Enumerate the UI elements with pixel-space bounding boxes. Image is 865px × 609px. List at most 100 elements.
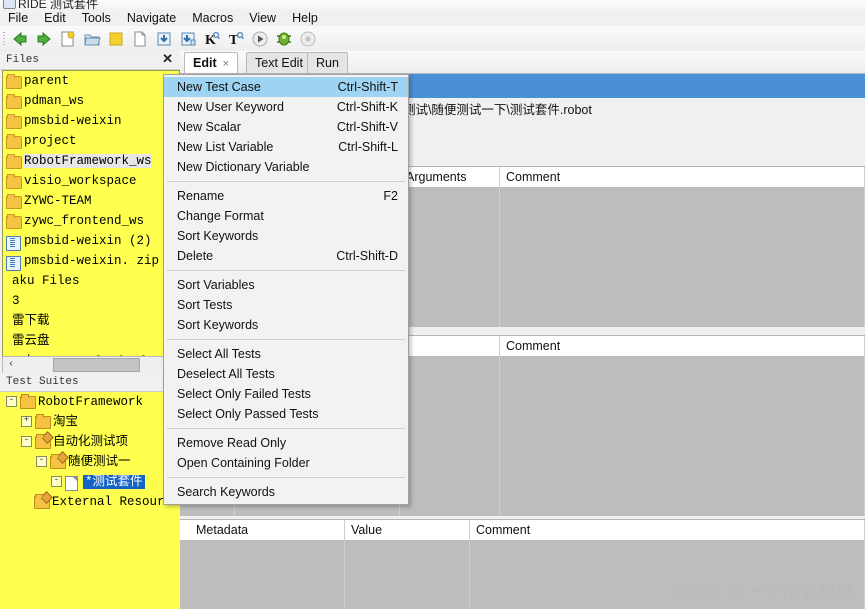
- new-project-icon[interactable]: [57, 28, 79, 50]
- context-menu-item[interactable]: Select Only Failed Tests: [164, 384, 408, 404]
- context-menu-item[interactable]: Sort Keywords: [164, 315, 408, 335]
- file-list-item[interactable]: 雷云盘: [2, 331, 179, 351]
- context-menu-item[interactable]: Open Containing Folder: [164, 453, 408, 473]
- context-menu-item[interactable]: Search Keywords: [164, 482, 408, 502]
- tab-run[interactable]: Run: [307, 52, 348, 73]
- context-menu-item[interactable]: DeleteCtrl-Shift-D: [164, 246, 408, 266]
- file-list-item[interactable]: pmsbid-weixin (2): [3, 231, 179, 251]
- context-menu-item[interactable]: New Test CaseCtrl-Shift-T: [164, 77, 408, 97]
- tab-text-edit[interactable]: Text Edit: [246, 52, 312, 73]
- menu-edit[interactable]: Edit: [36, 10, 74, 26]
- file-list-hscrollbar[interactable]: ‹: [2, 356, 180, 374]
- folder-icon: [6, 136, 20, 148]
- context-menu-item[interactable]: Sort Variables: [164, 275, 408, 295]
- file-list-item[interactable]: 3: [2, 291, 179, 311]
- file-list-item[interactable]: 雷下载: [2, 311, 179, 331]
- grid-cell[interactable]: [500, 356, 865, 516]
- menu-navigate[interactable]: Navigate: [119, 10, 184, 26]
- scrollbar-thumb[interactable]: [53, 358, 140, 372]
- menu-macros[interactable]: Macros: [184, 10, 241, 26]
- tree-toggle-icon[interactable]: -: [6, 396, 17, 407]
- tab-edit-label: Edit: [193, 56, 217, 70]
- menu-help[interactable]: Help: [284, 10, 326, 26]
- context-menu-item-label: Change Format: [177, 209, 264, 223]
- document-icon: [65, 476, 80, 488]
- menu-view[interactable]: View: [241, 10, 284, 26]
- back-icon[interactable]: [9, 28, 31, 50]
- context-menu-item[interactable]: Sort Keywords: [164, 226, 408, 246]
- tree-toggle-icon[interactable]: +: [21, 416, 32, 427]
- context-menu-item[interactable]: RenameF2: [164, 186, 408, 206]
- file-list-item[interactable]: parent: [3, 71, 179, 91]
- tree-node[interactable]: -随便测试一: [0, 452, 180, 472]
- close-icon[interactable]: ✕: [162, 52, 173, 66]
- context-menu-item[interactable]: New List VariableCtrl-Shift-L: [164, 137, 408, 157]
- folder-icon: [6, 76, 20, 88]
- grid-cell[interactable]: [345, 540, 470, 609]
- stop-icon[interactable]: [297, 28, 319, 50]
- folder-edit-icon: [34, 496, 49, 508]
- tree-node[interactable]: -RobotFramework: [0, 392, 180, 412]
- tab-edit[interactable]: Edit ×: [184, 52, 238, 73]
- context-menu-item[interactable]: Change Format: [164, 206, 408, 226]
- context-menu-item[interactable]: New ScalarCtrl-Shift-V: [164, 117, 408, 137]
- file-list-item[interactable]: pmsbid-weixin: [3, 111, 179, 131]
- file-list[interactable]: parent pdman_wspmsbid-weixinprojectRobotF…: [2, 70, 180, 358]
- scroll-left-icon[interactable]: ‹: [4, 357, 18, 371]
- context-menu-item-label: Select Only Passed Tests: [177, 407, 319, 421]
- context-menu-item-label: New List Variable: [177, 140, 273, 154]
- context-menu[interactable]: New Test CaseCtrl-Shift-TNew User Keywor…: [163, 74, 409, 505]
- grid-cell[interactable]: [400, 356, 500, 516]
- file-list-item-label: zywc_frontend_ws: [24, 214, 144, 228]
- menu-separator: [167, 428, 405, 429]
- file-list-item[interactable]: pmsbid-weixin. zip: [3, 251, 179, 271]
- tab-close-icon[interactable]: ×: [223, 58, 229, 70]
- test-search-icon[interactable]: T: [225, 28, 247, 50]
- file-list-item[interactable]: visio_workspace: [3, 171, 179, 191]
- run-icon[interactable]: [249, 28, 271, 50]
- tree-toggle-icon[interactable]: -: [36, 456, 47, 467]
- spacer: [2, 336, 8, 348]
- context-menu-item[interactable]: Select Only Passed Tests: [164, 404, 408, 424]
- grid-cell[interactable]: [400, 187, 500, 327]
- forward-icon[interactable]: [33, 28, 55, 50]
- tree-node[interactable]: +淘宝: [0, 412, 180, 432]
- menu-tools[interactable]: Tools: [74, 10, 119, 26]
- context-menu-item[interactable]: New User KeywordCtrl-Shift-K: [164, 97, 408, 117]
- context-menu-item[interactable]: Select All Tests: [164, 344, 408, 364]
- spacer: [2, 276, 8, 288]
- file-list-item[interactable]: ZYWC-TEAM: [3, 191, 179, 211]
- grid-cell[interactable]: [190, 540, 345, 609]
- new-file-icon[interactable]: [129, 28, 151, 50]
- tree-node[interactable]: -自动化测试项: [0, 432, 180, 452]
- test-suites-panel: Test Suites -RobotFramework+淘宝-自动化测试项-随便…: [0, 373, 180, 609]
- context-menu-item[interactable]: New Dictionary Variable: [164, 157, 408, 177]
- file-list-item-label: parent: [24, 74, 69, 88]
- tree-node[interactable]: -*测试套件: [0, 472, 180, 492]
- grid-cell[interactable]: [500, 187, 865, 327]
- tree-toggle-icon[interactable]: -: [21, 436, 32, 447]
- file-list-item[interactable]: pdman_ws: [3, 91, 179, 111]
- context-menu-item[interactable]: Deselect All Tests: [164, 364, 408, 384]
- toolbar-grip[interactable]: [1, 29, 8, 49]
- file-list-item-label: aku Files: [12, 274, 80, 288]
- context-menu-item-label: Deselect All Tests: [177, 367, 275, 381]
- debug-icon[interactable]: [273, 28, 295, 50]
- context-menu-item[interactable]: Sort Tests: [164, 295, 408, 315]
- folder-icon[interactable]: [105, 28, 127, 50]
- tree-node[interactable]: External Resources: [0, 492, 180, 512]
- file-list-item[interactable]: aku Files: [2, 271, 179, 291]
- tree-toggle-icon[interactable]: -: [51, 476, 62, 487]
- keyword-search-icon[interactable]: K: [201, 28, 223, 50]
- open-folder-icon[interactable]: [81, 28, 103, 50]
- file-list-item[interactable]: project: [3, 131, 179, 151]
- save-icon[interactable]: [153, 28, 175, 50]
- file-list-item[interactable]: zywc_frontend_ws: [3, 211, 179, 231]
- file-list-item[interactable]: RobotFramework_ws: [3, 151, 179, 171]
- context-menu-item[interactable]: Remove Read Only: [164, 433, 408, 453]
- save-all-icon[interactable]: [177, 28, 199, 50]
- test-suites-tree[interactable]: -RobotFramework+淘宝-自动化测试项-随便测试一-*测试套件Ext…: [0, 392, 180, 609]
- tab-run-label: Run: [316, 56, 339, 70]
- menu-file[interactable]: File: [0, 10, 36, 26]
- settings-col-comment: Comment: [500, 167, 865, 188]
